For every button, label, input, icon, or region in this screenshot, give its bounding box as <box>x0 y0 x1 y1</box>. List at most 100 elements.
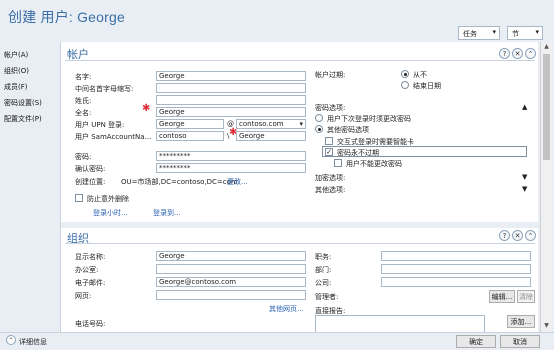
direct-reports-list[interactable] <box>315 315 485 332</box>
chevron-down-icon: ▾ <box>535 28 539 36</box>
display-name-label: 显示名称: <box>75 253 106 261</box>
web-page-label: 网页: <box>75 292 92 300</box>
ok-button[interactable]: 确定 <box>456 335 496 348</box>
office-label: 办公室: <box>75 266 99 274</box>
sam-user-input[interactable]: George <box>236 131 306 141</box>
last-name-label: 姓氏: <box>75 97 92 105</box>
main-pane: 帐户 ? ✕ ⌃ 名字: George 中间名首字母缩写: 姓氏: 全名: ✱ … <box>60 42 538 332</box>
expiry-label: 帐户过期: <box>315 71 346 79</box>
tasks-label: 任务 <box>463 30 477 38</box>
never-expires-checkbox[interactable]: ✓ <box>325 148 333 156</box>
footer-bar: ⌃ 详细信息 确定 取消 <box>0 332 554 350</box>
create-in-label: 创建位置: <box>75 178 106 186</box>
cannot-change-checkbox[interactable] <box>334 159 342 167</box>
office-input[interactable] <box>156 264 306 274</box>
middle-initials-label: 中间名首字母缩写: <box>75 85 134 93</box>
upn-user-input[interactable]: George <box>156 119 224 129</box>
ou-path: OU=市场部,DC=contoso,DC=com <box>121 178 238 186</box>
cancel-button[interactable]: 取消 <box>500 335 540 348</box>
details-label[interactable]: 详细信息 <box>19 337 47 347</box>
tasks-dropdown[interactable]: 任务 ▾ <box>458 26 500 40</box>
help-icon[interactable]: ? <box>499 230 510 241</box>
close-icon[interactable]: ✕ <box>512 230 523 241</box>
email-input[interactable]: George@contoso.com <box>156 277 306 287</box>
more-web-pages-link[interactable]: 其他网页... <box>269 304 304 314</box>
middle-initials-input[interactable] <box>156 83 306 93</box>
last-name-input[interactable] <box>156 95 306 105</box>
cannot-change-label: 用户不能更改密码 <box>346 160 402 168</box>
triangle-down-icon[interactable]: ▼ <box>522 173 527 181</box>
nav-item-profile[interactable]: 配置文件(P) <box>4 114 42 124</box>
confirm-password-input[interactable]: ********* <box>156 163 306 173</box>
confirm-password-label: 确认密码: <box>75 165 106 173</box>
triangle-down-icon[interactable]: ▼ <box>522 185 527 193</box>
scroll-down-icon[interactable]: ▼ <box>542 322 551 330</box>
nav-item-organization[interactable]: 组织(O) <box>4 66 29 76</box>
company-label: 公司: <box>315 279 332 287</box>
chevron-down-icon: ▾ <box>299 120 303 128</box>
expiry-end-radio[interactable] <box>401 81 409 89</box>
expiry-never-label: 从不 <box>413 71 427 79</box>
password-input[interactable]: ********* <box>156 151 306 161</box>
expand-details-icon[interactable]: ⌃ <box>6 335 16 345</box>
triangle-up-icon[interactable]: ▲ <box>522 103 527 111</box>
other-password-label: 其他密码选项 <box>327 126 369 134</box>
scrollbar-thumb[interactable] <box>543 54 550 160</box>
password-options-label: 密码选项: <box>315 104 346 112</box>
other-options-label: 其他选项: <box>315 186 346 194</box>
protect-deletion-checkbox[interactable] <box>75 194 83 202</box>
sections-dropdown[interactable]: 节 ▾ <box>507 26 543 40</box>
upn-domain-value: contoso.com <box>239 120 284 128</box>
other-password-radio[interactable] <box>315 125 323 133</box>
section-gap <box>61 222 538 228</box>
first-name-label: 名字: <box>75 73 92 81</box>
department-label: 部门: <box>315 266 332 274</box>
nav-item-member-of[interactable]: 成员(F) <box>4 82 28 92</box>
collapse-icon[interactable]: ⌃ <box>525 48 536 59</box>
job-title-label: 职务: <box>315 253 332 261</box>
clear-manager-button[interactable]: 清除 <box>517 290 535 303</box>
first-name-input[interactable]: George <box>156 71 306 81</box>
web-page-input[interactable] <box>156 290 306 300</box>
logon-hours-link[interactable]: 登录小时... <box>93 208 128 218</box>
divider <box>65 243 535 244</box>
department-input[interactable] <box>381 264 531 274</box>
expiry-end-label: 结束日期 <box>413 82 441 90</box>
never-expires-label: 密码永不过期 <box>337 149 379 157</box>
nav-item-account[interactable]: 帐户(A) <box>4 50 28 60</box>
protect-deletion-label: 防止意外删除 <box>87 195 129 203</box>
must-change-radio[interactable] <box>315 114 323 122</box>
help-icon[interactable]: ? <box>499 48 510 59</box>
must-change-label: 用户下次登录时须更改密码 <box>327 115 411 123</box>
sam-domain-input[interactable]: contoso <box>156 131 224 141</box>
edit-manager-button[interactable]: 编辑... <box>489 290 515 303</box>
expiry-never-radio[interactable] <box>401 70 409 78</box>
vertical-scrollbar[interactable]: ▲ ▼ <box>540 42 552 332</box>
job-title-input[interactable] <box>381 251 531 261</box>
upn-label: 用户 UPN 登录: <box>75 121 125 129</box>
display-name-input[interactable]: George <box>156 251 306 261</box>
window-title: 创建 用户: George <box>8 9 125 25</box>
close-icon[interactable]: ✕ <box>512 48 523 59</box>
logon-to-link[interactable]: 登录到... <box>153 208 181 218</box>
smartcard-checkbox[interactable] <box>325 137 333 145</box>
sections-label: 节 <box>512 30 519 38</box>
chevron-down-icon: ▾ <box>492 28 496 36</box>
email-label: 电子邮件: <box>75 279 106 287</box>
phone-label: 电话号码: <box>75 320 106 328</box>
company-input[interactable] <box>381 277 531 287</box>
divider <box>65 60 535 61</box>
required-icon: ✱ <box>142 103 151 114</box>
collapse-icon[interactable]: ⌃ <box>525 230 536 241</box>
change-ou-link[interactable]: 更改... <box>227 177 248 187</box>
full-name-input[interactable]: George <box>156 107 306 117</box>
scroll-up-icon[interactable]: ▲ <box>542 43 551 51</box>
add-direct-report-button[interactable]: 添加... <box>507 315 535 328</box>
encryption-label: 加密选项: <box>315 174 346 182</box>
full-name-label: 全名: <box>75 109 92 117</box>
sam-label: 用户 SamAccountNa... <box>75 133 152 141</box>
nav-item-password-settings[interactable]: 密码设置(S) <box>4 98 42 108</box>
manager-label: 管理者: <box>315 293 339 301</box>
upn-domain-select[interactable]: contoso.com ▾ <box>236 119 306 129</box>
password-label: 密码: <box>75 153 92 161</box>
